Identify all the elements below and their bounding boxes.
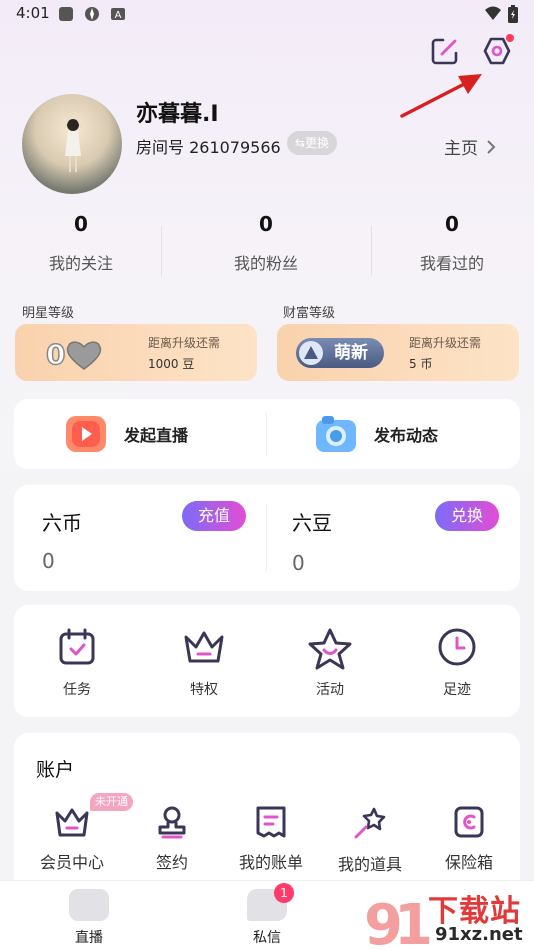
wallet-card: 六币 0 充值 六豆 0 兑换	[14, 485, 520, 591]
star-level-badge: 0	[45, 337, 103, 372]
wealth-level-sub: 距离升级还需	[409, 336, 482, 350]
stat-label: 我看过的	[419, 254, 484, 273]
receipt-icon	[256, 806, 286, 838]
shortcuts-card: 任务 特权 活动 足迹	[14, 605, 520, 717]
stats-row: 0 我的关注 0 我的粉丝 0 我看过的	[0, 212, 534, 282]
bean-title: 六豆	[292, 511, 332, 535]
task-button[interactable]: 任务	[27, 627, 127, 699]
avatar[interactable]	[22, 94, 122, 194]
star-level-value: 0	[45, 337, 66, 372]
footprint-label: 足迹	[443, 682, 471, 698]
account-card: 账户 未开通 会员中心 签约 我的账单 我的道具 保险箱	[14, 733, 520, 893]
home-label: 主页	[444, 139, 478, 159]
room-number: 房间号 261079566	[136, 138, 281, 157]
magic-wand-icon	[354, 807, 386, 839]
unread-badge: 1	[274, 883, 294, 903]
sign-contract-button[interactable]: 签约	[122, 805, 222, 873]
tab-messages[interactable]: 1 私信	[222, 883, 312, 947]
stat-label: 我的粉丝	[233, 254, 298, 273]
activity-label: 活动	[316, 682, 344, 698]
divider	[371, 226, 372, 276]
star-level-title: 明星等级	[22, 306, 75, 321]
task-label: 任务	[63, 682, 91, 698]
star-level-need: 1000 豆	[148, 357, 195, 371]
account-title: 账户	[36, 759, 75, 781]
heart-icon	[67, 340, 102, 370]
publish-post-button[interactable]: 发布动态	[314, 399, 438, 469]
wifi-icon	[485, 6, 501, 20]
my-bill-button[interactable]: 我的账单	[221, 805, 321, 873]
a-badge-icon: A	[111, 8, 125, 21]
wealth-level-title: 财富等级	[283, 306, 336, 321]
divider	[161, 226, 162, 276]
chevron-right-icon	[487, 139, 496, 154]
play-icon	[66, 416, 106, 452]
stat-value: 0	[259, 212, 273, 236]
crown-icon	[55, 808, 89, 837]
activity-button[interactable]: 活动	[280, 627, 380, 699]
safe-box-label: 保险箱	[444, 853, 493, 872]
triangle-badge-icon	[299, 341, 323, 365]
status-time: 4:01	[16, 4, 50, 22]
wealth-level-badge: 萌新	[296, 338, 384, 368]
wealth-level-label: 萌新	[334, 343, 368, 363]
vip-center-label: 会员中心	[39, 853, 104, 872]
vip-center-button[interactable]: 会员中心	[22, 805, 122, 873]
annotation-arrow	[400, 74, 482, 118]
tab-live[interactable]: 直播	[44, 889, 134, 947]
stat-value: 0	[445, 212, 459, 236]
header-actions	[430, 34, 514, 66]
square-icon	[59, 7, 73, 21]
tab-messages-label: 私信	[253, 930, 281, 946]
my-bill-label: 我的账单	[238, 853, 303, 872]
settings-button[interactable]	[482, 34, 514, 66]
stat-value: 0	[74, 212, 88, 236]
stat-following[interactable]: 0 我的关注	[11, 212, 151, 274]
divider	[266, 413, 267, 455]
footprint-button[interactable]: 足迹	[407, 627, 507, 699]
privilege-button[interactable]: 特权	[154, 627, 254, 699]
video-icon	[69, 889, 109, 921]
my-props-button[interactable]: 我的道具	[320, 805, 420, 875]
username: 亦暮暮.I	[136, 102, 219, 127]
calendar-icon	[59, 628, 95, 665]
watermark-url: 91xz.net	[432, 924, 526, 945]
recharge-button[interactable]: 充值	[182, 501, 246, 531]
start-live-button[interactable]: 发起直播	[64, 399, 188, 469]
coin-balance: 0	[42, 549, 55, 573]
stat-fans[interactable]: 0 我的粉丝	[196, 212, 336, 274]
camera-icon	[316, 416, 356, 452]
pinwheel-icon	[85, 7, 99, 21]
sign-contract-label: 签约	[155, 853, 188, 872]
stat-label: 我的关注	[48, 254, 113, 273]
my-props-label: 我的道具	[337, 855, 402, 874]
battery-icon	[508, 5, 518, 23]
home-link[interactable]: 主页	[444, 134, 496, 159]
edit-icon	[431, 38, 458, 65]
safe-box-button[interactable]: 保险箱	[419, 805, 519, 873]
status-bar: 4:01 A	[0, 0, 534, 28]
safe-icon	[454, 806, 484, 838]
avatar-figure	[63, 117, 83, 172]
exchange-button[interactable]: 兑换	[435, 501, 499, 531]
wealth-level-need: 5 币	[409, 357, 433, 371]
publish-post-label: 发布动态	[374, 426, 439, 445]
coin-title: 六币	[42, 511, 82, 535]
stat-history[interactable]: 0 我看过的	[382, 212, 522, 274]
clock-icon	[438, 628, 476, 666]
star-level-sub: 距离升级还需	[148, 336, 221, 350]
crown-icon	[184, 631, 224, 663]
stamp-icon	[158, 806, 186, 839]
notification-dot	[506, 34, 514, 42]
edit-button[interactable]	[430, 36, 460, 66]
divider	[266, 505, 267, 571]
svg-text:A: A	[115, 10, 122, 21]
actions-card: 发起直播 发布动态	[14, 399, 520, 469]
tab-live-label: 直播	[75, 930, 103, 946]
bean-balance: 0	[292, 551, 305, 575]
change-room-button[interactable]: ⇆更换	[287, 131, 338, 155]
star-icon	[308, 628, 352, 670]
start-live-label: 发起直播	[124, 426, 189, 445]
privilege-label: 特权	[190, 682, 218, 698]
